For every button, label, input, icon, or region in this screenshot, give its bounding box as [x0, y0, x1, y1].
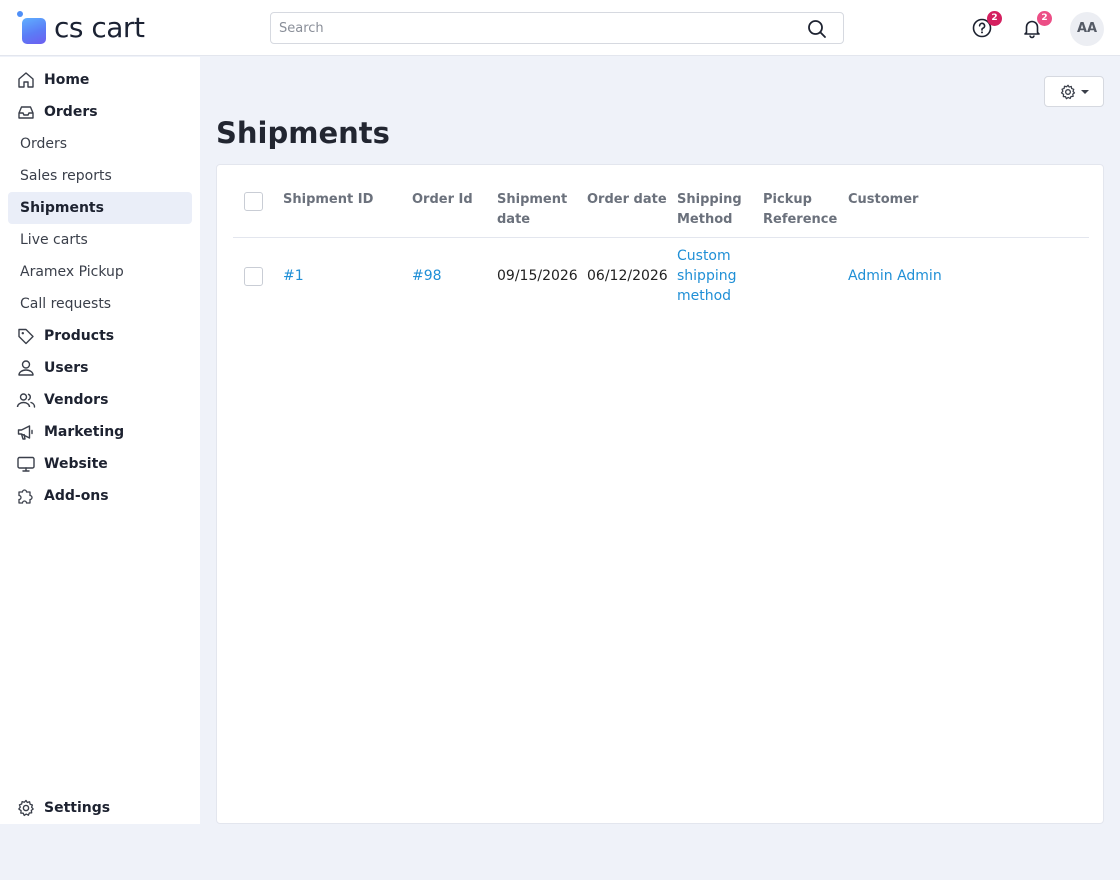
order-id-link[interactable]: #98 — [412, 266, 442, 286]
settings-dropdown-button[interactable] — [1044, 76, 1104, 107]
sidebar-item-users[interactable]: Users — [8, 352, 192, 384]
column-header-shipping-method[interactable]: Shipping Method — [677, 190, 742, 230]
puzzle-icon — [16, 486, 36, 506]
sidebar-subitem-sales-reports[interactable]: Sales reports — [8, 160, 192, 192]
logo-text: cs cart — [54, 11, 145, 44]
sidebar-subitem-live-carts[interactable]: Live carts — [8, 224, 192, 256]
tag-icon — [16, 326, 36, 346]
gear-icon — [16, 798, 36, 818]
sidebar-item-label: Home — [44, 72, 90, 88]
sidebar-item-label: Marketing — [44, 424, 125, 440]
sidebar-item-label: Settings — [44, 800, 111, 816]
select-all-checkbox[interactable] — [244, 192, 263, 211]
megaphone-icon — [16, 422, 36, 442]
sidebar-item-home[interactable]: Home — [8, 64, 192, 96]
sidebar-item-label: Shipments — [20, 200, 104, 216]
sidebar-item-label: Website — [44, 456, 108, 472]
sidebar-item-settings[interactable]: Settings — [8, 792, 192, 824]
header-divider — [233, 237, 1089, 238]
sidebar-item-add-ons[interactable]: Add-ons — [8, 480, 192, 512]
sidebar: Home Orders Orders Sales reports Shipmen… — [0, 57, 200, 824]
sidebar-subitem-aramex-pickup[interactable]: Aramex Pickup — [8, 256, 192, 288]
column-header-shipment-date[interactable]: Shipment date — [497, 190, 567, 230]
sidebar-item-label: Users — [44, 360, 89, 376]
help-badge: 2 — [987, 11, 1002, 26]
help-button[interactable]: 2 — [970, 11, 1002, 40]
user-icon — [16, 358, 36, 378]
sidebar-item-website[interactable]: Website — [8, 448, 192, 480]
sidebar-item-label: Vendors — [44, 392, 109, 408]
sidebar-item-vendors[interactable]: Vendors — [8, 384, 192, 416]
shipment-id-link[interactable]: #1 — [283, 266, 304, 286]
page-title: Shipments — [216, 116, 390, 150]
sidebar-item-orders[interactable]: Orders — [8, 96, 192, 128]
row-checkbox[interactable] — [244, 267, 263, 286]
home-icon — [16, 70, 36, 90]
shipping-method-link[interactable]: Custom shipping method — [677, 246, 736, 306]
shipment-date: 09/15/2026 — [497, 268, 578, 284]
top-bar: cs cart 2 2 AA — [0, 0, 1120, 56]
column-header-order-date[interactable]: Order date — [587, 190, 667, 210]
sidebar-item-label: Add-ons — [44, 488, 109, 504]
sidebar-item-label: Products — [44, 328, 115, 344]
search-box — [270, 12, 844, 44]
gear-icon — [1060, 84, 1076, 99]
sidebar-subitem-call-requests[interactable]: Call requests — [8, 288, 192, 320]
notifications-button[interactable]: 2 — [1020, 11, 1052, 40]
column-header-pickup-reference[interactable]: Pickup Reference — [763, 190, 837, 230]
sidebar-item-marketing[interactable]: Marketing — [8, 416, 192, 448]
caret-down-icon — [1081, 89, 1089, 94]
sidebar-subitem-orders[interactable]: Orders — [8, 128, 192, 160]
sidebar-item-label: Sales reports — [20, 168, 112, 184]
customer-link[interactable]: Admin Admin — [848, 266, 942, 286]
sidebar-item-label: Orders — [44, 104, 98, 120]
sidebar-item-label: Live carts — [20, 232, 88, 248]
sidebar-item-label: Aramex Pickup — [20, 264, 124, 280]
search-input[interactable] — [271, 13, 791, 43]
users-icon — [16, 390, 36, 410]
column-header-order-id[interactable]: Order Id — [412, 190, 473, 210]
column-header-customer[interactable]: Customer — [848, 190, 918, 210]
avatar[interactable]: AA — [1070, 12, 1104, 46]
sidebar-item-label: Orders — [20, 136, 68, 152]
sidebar-item-products[interactable]: Products — [8, 320, 192, 352]
sidebar-subitem-shipments[interactable]: Shipments — [8, 192, 192, 224]
logo-mark-icon — [16, 11, 52, 45]
order-date: 06/12/2026 — [587, 268, 668, 284]
notifications-badge: 2 — [1037, 11, 1052, 26]
inbox-icon — [16, 102, 36, 122]
monitor-icon — [16, 454, 36, 474]
search-icon[interactable] — [807, 19, 827, 39]
sidebar-item-label: Call requests — [20, 296, 112, 312]
logo[interactable]: cs cart — [16, 11, 145, 45]
column-header-shipment-id[interactable]: Shipment ID — [283, 190, 373, 210]
shipments-table: Shipment ID Order Id Shipment date Order … — [216, 164, 1104, 824]
